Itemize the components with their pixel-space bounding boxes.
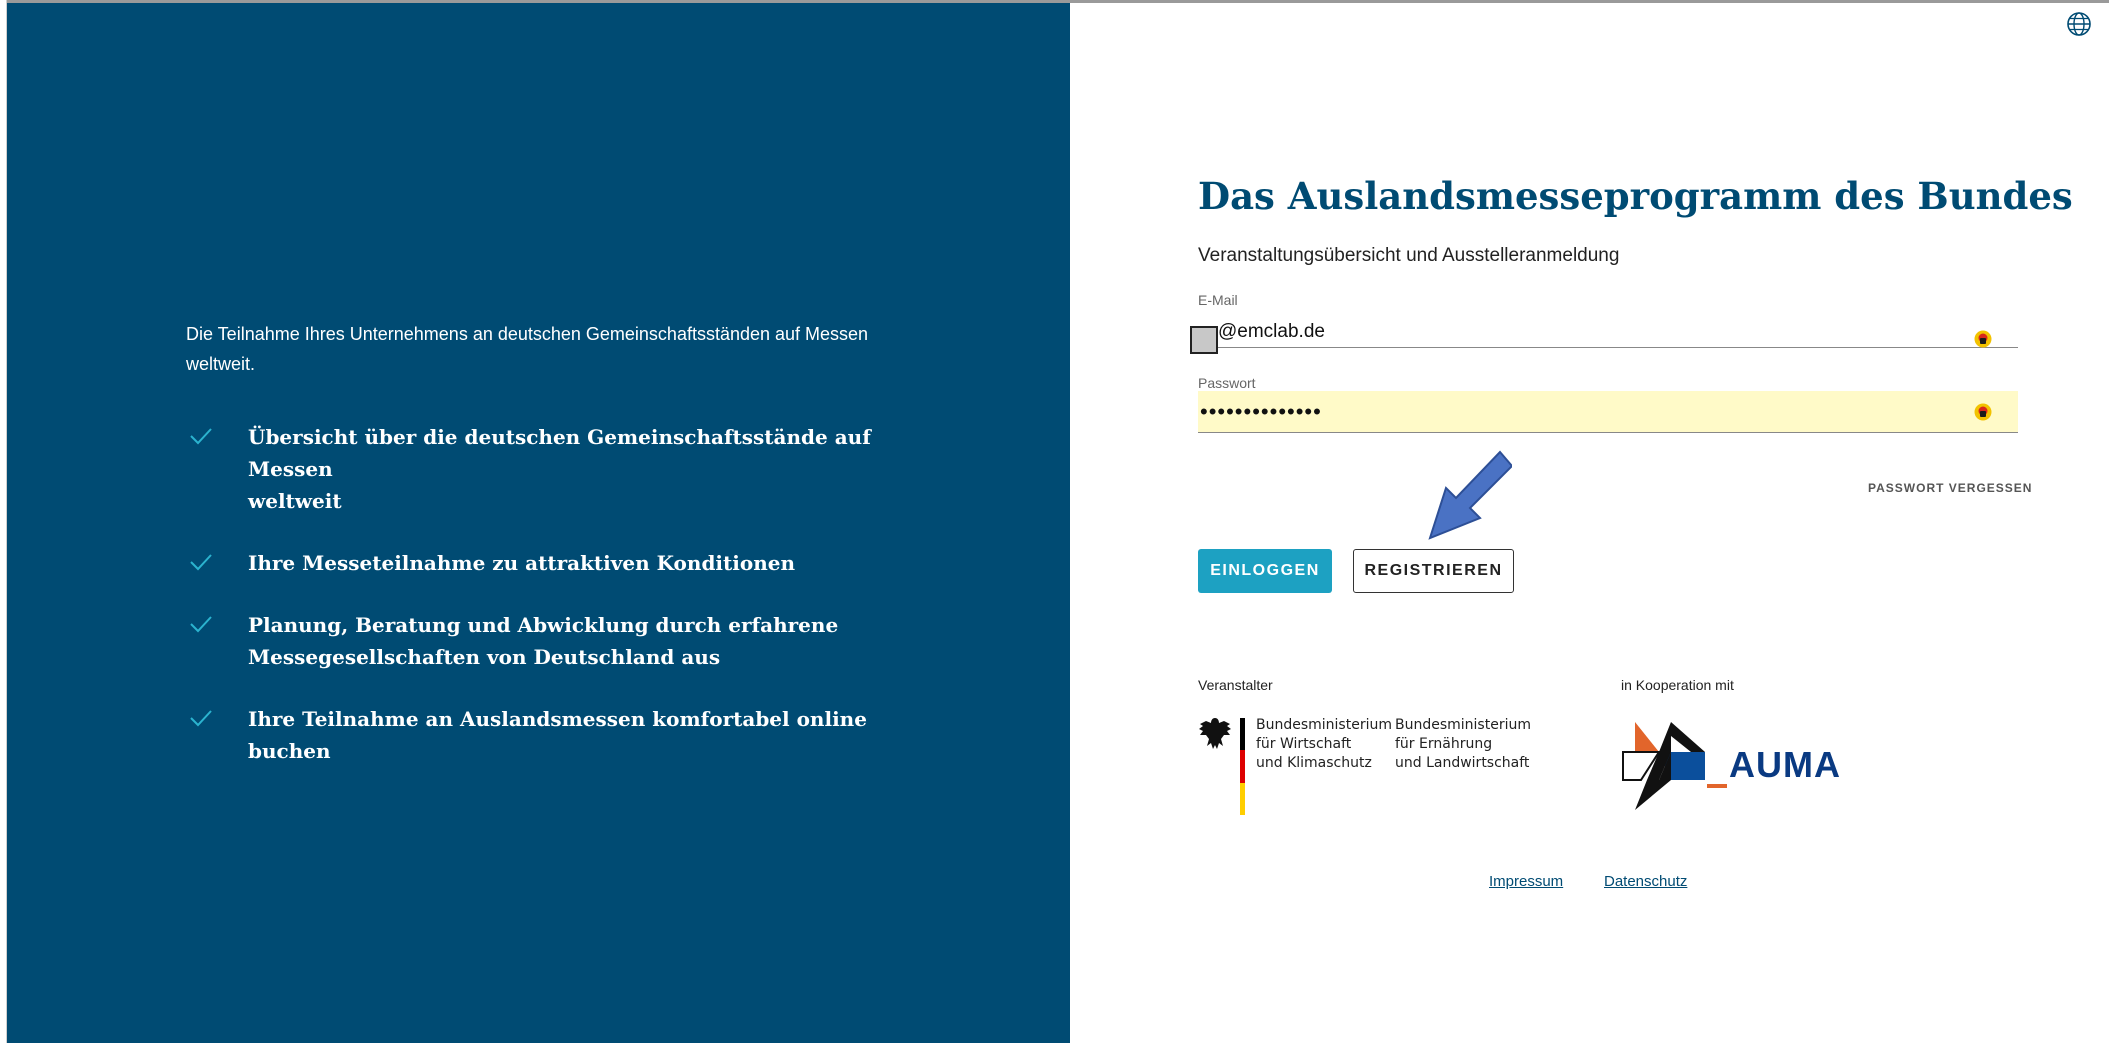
password-field[interactable]	[1198, 391, 2018, 433]
ministry-line: für Wirtschaft	[1256, 736, 1352, 752]
ministry-line: und Klimaschutz	[1256, 755, 1372, 771]
feature-item: Ihre Messeteilnahme zu attraktiven Kondi…	[186, 547, 906, 579]
password-field-group: Passwort	[1198, 375, 2018, 435]
auma-logo: AUMA	[1621, 718, 1841, 813]
feature-item: Planung, Beratung und Abwicklung durch e…	[186, 609, 906, 673]
feature-text: Übersicht über die deutschen Gemeinschaf…	[248, 425, 871, 481]
window-left-border	[0, 0, 7, 1043]
info-panel: Die Teilnahme Ihres Unternehmens an deut…	[7, 3, 1070, 1043]
feature-text: Messegesellschaften von Deutschland aus	[248, 645, 721, 669]
annotation-arrow-icon	[1428, 450, 1512, 540]
german-flag-bar	[1240, 718, 1245, 815]
page-subtitle: Veranstaltungsübersicht und Ausstelleran…	[1198, 245, 1620, 266]
auma-mark-icon	[1622, 722, 1727, 810]
email-wrapper	[1190, 308, 2018, 354]
checkmark-icon	[190, 428, 212, 445]
intro-text: Die Teilnahme Ihres Unternehmens an deut…	[186, 324, 869, 374]
password-wrapper	[1198, 391, 2018, 435]
password-label: Passwort	[1198, 375, 1256, 391]
email-field-group: E-Mail	[1190, 292, 2018, 354]
ministry-line: und Landwirtschaft	[1395, 755, 1530, 771]
checkmark-icon	[190, 710, 212, 727]
ministry-agriculture: Bundesministerium für Ernährung und Land…	[1395, 716, 1531, 773]
cooperation-label: in Kooperation mit	[1621, 677, 1734, 693]
federal-eagle-icon	[1199, 718, 1231, 749]
ministry-economy: Bundesministerium für Wirtschaft und Kli…	[1256, 716, 1392, 773]
ministry-line: für Ernährung	[1395, 736, 1493, 752]
checkmark-icon	[190, 616, 212, 633]
email-label: E-Mail	[1198, 292, 1238, 308]
password-manager-icon[interactable]	[1974, 330, 1992, 348]
page-title: Das Auslandsmesseprogramm des Bundes	[1198, 174, 2073, 218]
forgot-password-link[interactable]: PASSWORT VERGESSEN	[1868, 481, 2032, 495]
email-field[interactable]	[1198, 308, 2018, 348]
federal-ministries-logo: Bundesministerium für Wirtschaft und Kli…	[1198, 716, 1538, 816]
auma-wordmark: AUMA	[1729, 744, 1841, 785]
feature-text: Planung, Beratung und Abwicklung durch e…	[248, 613, 839, 637]
register-button[interactable]: REGISTRIEREN	[1353, 549, 1514, 593]
feature-text: weltweit	[248, 489, 342, 513]
feature-text: Ihre Teilnahme an Auslandsmessen komfort…	[248, 707, 867, 763]
privacy-link[interactable]: Datenschutz	[1604, 873, 1687, 890]
organizer-label: Veranstalter	[1198, 677, 1273, 693]
ministry-line: Bundesministerium	[1256, 717, 1392, 733]
impressum-link[interactable]: Impressum	[1489, 873, 1563, 890]
checkmark-icon	[190, 554, 212, 571]
ministry-line: Bundesministerium	[1395, 717, 1531, 733]
redacted-block	[1190, 326, 1218, 354]
feature-item: Ihre Teilnahme an Auslandsmessen komfort…	[186, 703, 906, 767]
globe-icon[interactable]	[2066, 11, 2092, 37]
login-button[interactable]: EINLOGGEN	[1198, 549, 1332, 593]
feature-item: Übersicht über die deutschen Gemeinschaf…	[186, 421, 906, 517]
feature-list: Übersicht über die deutschen Gemeinschaf…	[186, 421, 906, 797]
feature-text: Ihre Messeteilnahme zu attraktiven Kondi…	[248, 551, 796, 575]
password-manager-icon[interactable]	[1974, 403, 1992, 421]
